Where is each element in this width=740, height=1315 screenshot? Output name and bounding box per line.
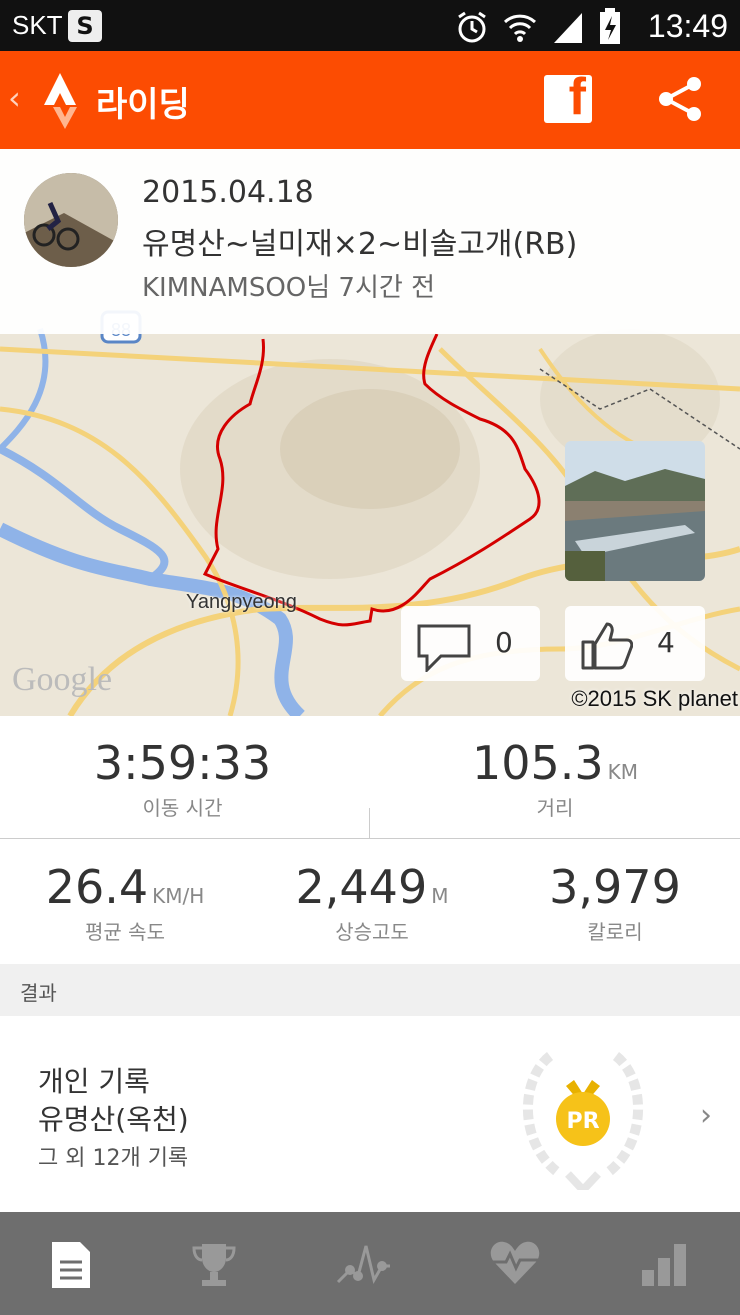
result-segment: 유명산(옥천) xyxy=(38,1103,189,1136)
heart-rate-icon[interactable] xyxy=(490,1240,540,1290)
distance-unit: KM xyxy=(607,760,639,784)
thumbs-up-icon xyxy=(581,620,634,674)
elevation-value: 2,449 xyxy=(295,860,428,914)
stats-divider xyxy=(0,838,740,839)
signal-icon xyxy=(550,9,586,49)
feed-icon[interactable] xyxy=(46,1240,96,1290)
trophy-icon[interactable] xyxy=(190,1240,240,1290)
activity-meta[interactable]: KIMNAMSOO님 7시간 전 xyxy=(142,267,435,304)
comments-button[interactable]: 0 xyxy=(401,606,540,681)
facebook-icon[interactable]: f xyxy=(544,68,592,126)
activity-header[interactable]: 2015.04.18 유명산~널미재×2~비솔고개(RB) KIMNAMSOO님… xyxy=(0,149,740,334)
map-place-label: Yangpyeong xyxy=(186,591,297,613)
kudos-button[interactable]: 4 xyxy=(565,606,705,681)
elevation-label: 상승고도 xyxy=(335,920,409,944)
pr-medal-icon: PR xyxy=(510,1044,656,1196)
activity-name: 유명산~널미재×2~비솔고개(RB) xyxy=(142,227,578,262)
stats-divider-vertical xyxy=(369,808,370,838)
distance-value: 105.3 xyxy=(471,736,604,790)
carrier-badge: S xyxy=(68,10,102,42)
activity-graph-icon[interactable] xyxy=(336,1240,390,1290)
moving-time-value: 3:59:33 xyxy=(93,736,272,790)
alarm-icon xyxy=(454,9,490,49)
bottom-nav xyxy=(0,1212,740,1315)
calories-label: 칼로리 xyxy=(587,920,643,944)
share-icon[interactable] xyxy=(656,75,706,127)
elevation-stat: 2,449 M 상승고도 xyxy=(272,860,472,945)
avg-speed-label: 평균 속도 xyxy=(85,920,165,944)
comment-icon xyxy=(417,624,471,676)
calories-stat: 3,979 칼로리 xyxy=(520,860,710,945)
google-logo: Google xyxy=(12,661,113,698)
activity-stats: 3:59:33 이동 시간 105.3 KM 거리 26.4 KM/H 평균 속도 … xyxy=(0,716,740,964)
pr-badge-label: PR xyxy=(566,1109,599,1134)
back-chevron-icon[interactable]: ‹ xyxy=(8,79,21,117)
result-title: 개인 기록 xyxy=(38,1065,150,1098)
action-bar: ‹ 라이딩 f xyxy=(0,51,740,149)
avg-speed-value: 26.4 xyxy=(45,860,149,914)
moving-time-stat: 3:59:33 이동 시간 xyxy=(60,736,305,821)
results-section-header: 결과 xyxy=(0,964,740,1016)
status-bar: SKT S 13:49 xyxy=(0,0,740,51)
map-copyright: ©2015 SK planet xyxy=(571,686,738,711)
page-title: 라이딩 xyxy=(96,85,190,125)
wifi-icon xyxy=(502,9,538,49)
athlete-avatar[interactable] xyxy=(24,173,118,267)
moving-time-label: 이동 시간 xyxy=(142,796,223,820)
activity-date: 2015.04.18 xyxy=(142,175,314,210)
comments-count: 0 xyxy=(495,626,513,659)
results-section-label: 결과 xyxy=(20,981,57,1005)
result-more: 그 외 12개 기록 xyxy=(38,1146,189,1171)
calories-value: 3,979 xyxy=(549,860,681,914)
distance-stat: 105.3 KM 거리 xyxy=(440,736,670,821)
avg-speed-stat: 26.4 KM/H 평균 속도 xyxy=(20,860,230,945)
battery-icon xyxy=(598,8,622,50)
distance-label: 거리 xyxy=(536,796,574,820)
personal-record-row[interactable]: 개인 기록 유명산(옥천) 그 외 12개 기록 PR › xyxy=(0,1016,740,1212)
chevron-right-icon[interactable]: › xyxy=(700,1098,712,1133)
clock: 13:49 xyxy=(647,8,728,44)
carrier-label: SKT xyxy=(12,10,63,40)
strava-logo-icon[interactable] xyxy=(40,71,88,135)
route-map[interactable]: 88 2015.04.18 유명산~널미재×2~비솔고개(RB) KIMNAMS… xyxy=(0,149,740,716)
kudos-count: 4 xyxy=(657,626,675,659)
elevation-unit: M xyxy=(431,884,449,908)
avg-speed-unit: KM/H xyxy=(152,884,205,908)
activity-photo[interactable] xyxy=(565,441,705,581)
stats-bars-icon[interactable] xyxy=(640,1240,690,1290)
